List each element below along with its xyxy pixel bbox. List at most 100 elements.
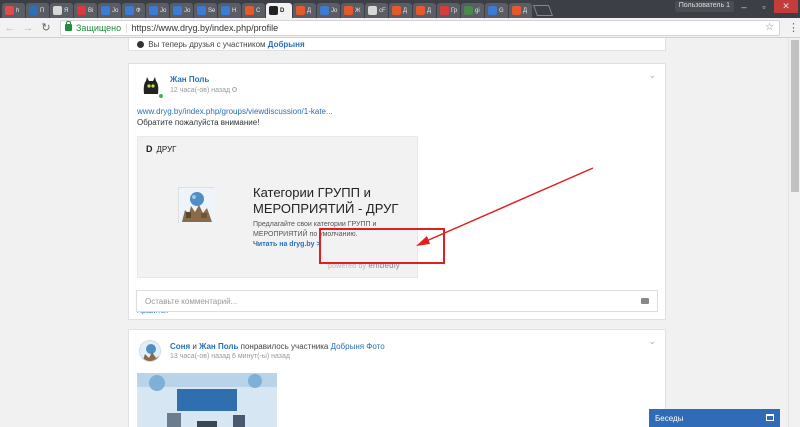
back-icon[interactable]: ← [2, 20, 18, 36]
tab-favicon-icon [392, 6, 401, 15]
window-controls: – ▫ ✕ [734, 0, 798, 13]
profile-button[interactable]: Пользователь 1 [674, 1, 734, 12]
tab-favicon-icon [29, 6, 38, 15]
tab-title: cF [379, 7, 386, 14]
secure-label: Защищено [76, 22, 122, 33]
chat-label: Беседы [655, 413, 684, 423]
tab-title: h [16, 7, 20, 14]
browser-tab[interactable]: Ф [122, 3, 145, 18]
browser-tabstrip: h П Я Bi Jo Ф Jo Jo Se Н С D Д Jo ЖcF Д Д Гр gi G Д Пользова… [0, 0, 800, 18]
tab-favicon-icon [440, 6, 449, 15]
browser-tab[interactable]: Jo [146, 3, 169, 18]
tab-favicon-icon [245, 6, 254, 15]
tab-favicon-icon [320, 6, 329, 15]
tab-favicon-icon [344, 6, 353, 15]
browser-menu-icon[interactable]: ⋮ [788, 21, 799, 34]
tab-favicon-icon [296, 6, 305, 15]
maximize-icon[interactable]: ▫ [754, 0, 774, 13]
browser-tab[interactable]: Д [509, 3, 532, 18]
tab-favicon-icon [53, 6, 62, 15]
browser-tab[interactable]: Д [413, 3, 436, 18]
lock-icon [65, 21, 72, 31]
browser-tab[interactable]: h [2, 3, 25, 18]
tab-favicon-icon [77, 6, 86, 15]
scrollbar-thumb[interactable] [791, 40, 799, 192]
new-tab-button[interactable] [532, 5, 554, 16]
tab-title: Я [64, 7, 69, 14]
tab-title: G [499, 7, 504, 14]
tab-list: h П Я Bi Jo Ф Jo Jo Se Н С D Д Jo ЖcF Д Д Гр gi G Д [2, 3, 533, 18]
browser-tab[interactable]: Д [389, 3, 412, 18]
tab-title: П [40, 7, 45, 14]
tab-title: Jo [160, 7, 167, 14]
tab-favicon-icon [464, 6, 473, 15]
tab-title: Jo [112, 7, 119, 14]
browser-tab[interactable]: Jo [317, 3, 340, 18]
tab-favicon-icon [149, 6, 158, 15]
activity-text: Соня и Жан Поль понравилось участника До… [170, 342, 385, 351]
tab-title: Ж [355, 7, 361, 14]
tab-title: D [280, 7, 285, 14]
browser-tab[interactable]: Jo [98, 3, 121, 18]
browser-tab[interactable]: gi [461, 3, 484, 18]
feed-item-activity: Соня и Жан Поль понравилось участника До… [128, 329, 666, 427]
tab-title: Jo [331, 7, 338, 14]
browser-tab[interactable]: Я [50, 3, 73, 18]
browser-tab[interactable]: Ж [341, 3, 364, 18]
avatar[interactable] [139, 340, 161, 362]
browser-tab[interactable]: cF [365, 3, 388, 18]
close-window-icon[interactable]: ✕ [774, 0, 798, 13]
browser-tab[interactable]: Bi [74, 3, 97, 18]
minimize-icon[interactable]: – [734, 0, 754, 13]
tab-title: Д [403, 7, 408, 14]
tab-title: Ф [136, 7, 141, 14]
tab-favicon-icon [488, 6, 497, 15]
tab-favicon-icon [5, 6, 14, 15]
tab-favicon-icon [368, 6, 377, 15]
tab-title: Д [523, 7, 528, 14]
activity-user-1[interactable]: Соня [170, 342, 190, 351]
browser-toolbar: ← → ↻ Защищено | https://www.dryg.by/ind… [0, 18, 800, 38]
tab-favicon-icon [269, 6, 278, 15]
browser-tab[interactable]: Д [293, 3, 316, 18]
page-scrollbar[interactable] [788, 38, 800, 427]
tab-title: Н [232, 7, 237, 14]
activity-link[interactable]: Добрыня Фото [331, 342, 385, 351]
tab-title: Д [427, 7, 432, 14]
tab-title: Гр [451, 7, 458, 14]
bookmark-star-icon[interactable]: ☆ [765, 22, 774, 33]
url-text: https://www.dryg.by/index.php/profile [131, 22, 279, 33]
activity-user-2[interactable]: Жан Поль [199, 342, 238, 351]
tab-favicon-icon [173, 6, 182, 15]
tab-title: Bi [88, 7, 94, 14]
chevron-down-icon[interactable]: ⌄ [648, 336, 656, 347]
chat-bar[interactable]: Беседы [649, 409, 780, 427]
activity-photo[interactable] [137, 373, 277, 427]
tab-favicon-icon [416, 6, 425, 15]
browser-tab[interactable]: Н [218, 3, 241, 18]
address-separator: | [125, 22, 128, 33]
tab-title: Se [208, 7, 216, 14]
tab-favicon-icon [125, 6, 134, 15]
tab-favicon-icon [101, 6, 110, 15]
browser-tab[interactable]: С [242, 3, 265, 18]
activity-timestamp: 13 часа(-ов) назад 6 минут(-ы) назад [170, 353, 290, 360]
browser-tab[interactable]: D [266, 3, 292, 18]
address-bar[interactable]: Защищено | https://www.dryg.by/index.php… [60, 19, 780, 36]
forward-icon[interactable]: → [20, 20, 36, 36]
chat-window-icon[interactable] [766, 414, 774, 421]
page-viewport: Вы теперь друзья с участником Добрыня Жа… [0, 38, 800, 427]
browser-tab[interactable]: П [26, 3, 49, 18]
tab-title: Jo [184, 7, 191, 14]
tab-title: Д [307, 7, 312, 14]
tab-favicon-icon [197, 6, 206, 15]
browser-tab[interactable]: Se [194, 3, 217, 18]
reload-icon[interactable]: ↻ [38, 20, 54, 36]
tab-favicon-icon [512, 6, 521, 15]
browser-tab[interactable]: G [485, 3, 508, 18]
browser-tab[interactable]: Гр [437, 3, 460, 18]
tab-title: С [256, 7, 261, 14]
browser-tab[interactable]: Jo [170, 3, 193, 18]
tab-title: gi [475, 7, 480, 14]
tab-favicon-icon [221, 6, 230, 15]
